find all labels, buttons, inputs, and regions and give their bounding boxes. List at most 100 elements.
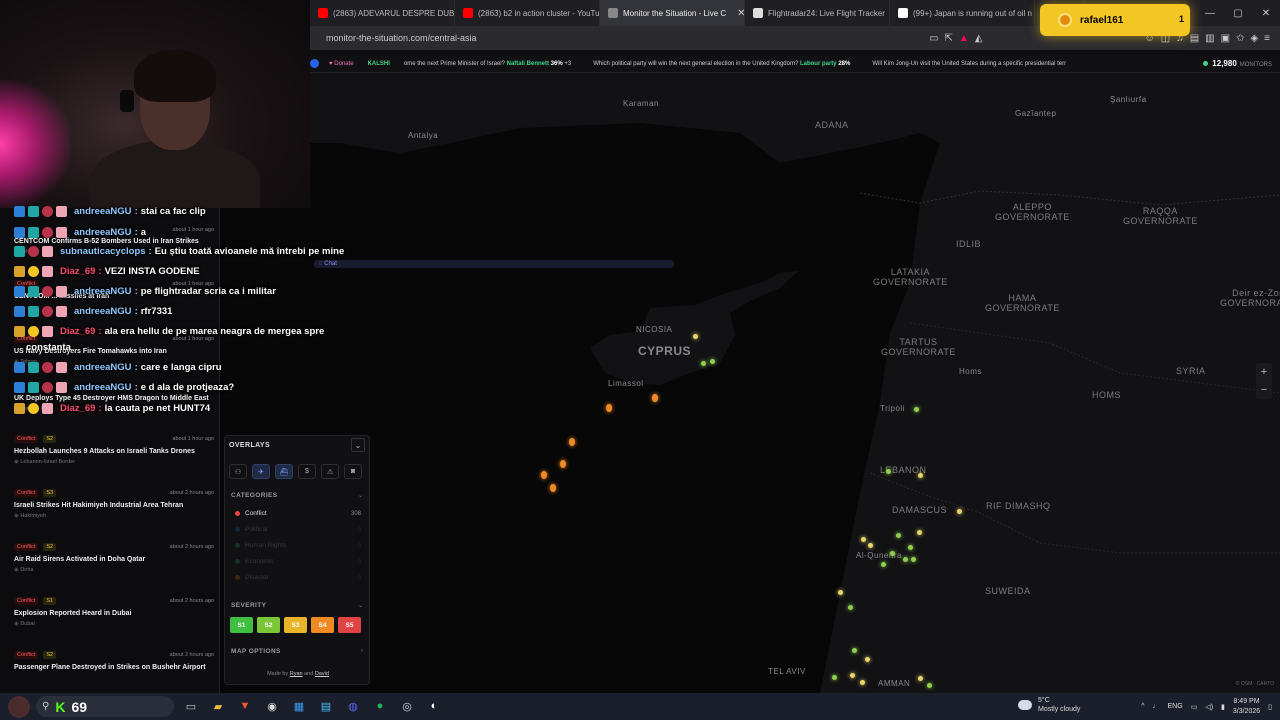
event-marker-icon[interactable] [890,551,895,556]
severity-chevron-icon[interactable]: ⌄ [358,602,363,609]
event-marker-icon[interactable] [860,680,865,685]
profile-badge[interactable]: rafael161 1 [1040,4,1190,36]
browser-tab[interactable]: (2863) b2 in action cluster - YouTub [455,0,600,26]
event-marker-icon[interactable] [710,359,715,364]
vpn-icon[interactable]: ◈ [1250,33,1258,44]
people-icon[interactable]: ⚇ [229,464,247,479]
start-avatar-icon[interactable] [6,695,32,718]
brave-browser-icon[interactable]: ▼ [234,695,256,717]
tray-chevron-icon[interactable]: ^ [1141,703,1144,710]
site-logo-icon[interactable] [310,59,319,68]
browser-tab[interactable]: (2863) ADEVARUL DESPRE DUBAI [310,0,455,26]
browser-tab[interactable]: (99+) Japan is running out of oil n [890,0,1035,26]
chat-username[interactable]: Diaz_69 [60,326,95,337]
category-toggle[interactable]: Human Rights 0 [235,542,361,549]
zoom-in-button[interactable]: + [1261,363,1267,381]
spotify-icon[interactable]: ● [369,695,391,717]
event-marker-icon[interactable] [701,361,706,366]
event-marker-icon[interactable] [569,438,575,446]
chat-button[interactable]: ◌ Chat [314,260,674,268]
categories-title[interactable]: CATEGORIES [231,492,278,499]
chat-username[interactable]: andreeaNGU [74,206,132,217]
share-icon[interactable]: ⇱ [945,33,953,44]
minimize-button[interactable]: — [1196,0,1224,26]
market-ticker-item[interactable]: Will Kim Jong-Un visit the United States… [872,61,1066,67]
dollar-icon[interactable]: $ [298,464,316,479]
situation-map[interactable]: Karaman ADANA Şanlıurfa Antalya Gazîante… [220,73,1280,693]
sidebar-icon[interactable]: ▥ [1205,33,1214,44]
bookmarks-icon[interactable]: ▤ [1190,33,1199,44]
obs-icon[interactable]: ◉ [261,695,283,717]
event-marker-icon[interactable] [832,675,837,680]
alert-icon[interactable]: ⚠ [321,464,339,479]
categories-chevron-icon[interactable]: ⌄ [358,492,363,499]
severity-title[interactable]: SEVERITY [231,602,266,609]
camera-icon[interactable]: ◙ [344,464,362,479]
volume-icon[interactable]: ◁) [1205,703,1213,711]
tab-close-icon[interactable]: ✕ [737,8,744,19]
event-item[interactable]: Conflict S2 about 2 hours ago Passenger Pla… [14,651,214,673]
file-explorer-icon[interactable]: ▰ [207,695,229,717]
zoom-out-button[interactable]: − [1261,381,1267,399]
event-marker-icon[interactable] [560,460,566,468]
taskview-icon[interactable]: ▭ [180,695,202,717]
event-feed[interactable]: about 1 hour ago CENTCOM Confirms B-52 Bo… [0,207,220,693]
severity-filter-s2[interactable]: S2 [257,617,280,633]
map-options-chevron-icon[interactable]: › [361,648,363,654]
event-marker-icon[interactable] [918,676,923,681]
chat-username[interactable]: andreeaNGU [74,227,132,238]
steam-icon[interactable]: ◎ [396,695,418,717]
category-toggle[interactable]: Disaster 0 [235,574,361,581]
language-indicator[interactable]: ENG [1168,703,1183,710]
event-item[interactable]: Conflict S1 about 2 hours ago Explosion Rep… [14,597,214,627]
severity-filter-s3[interactable]: S3 [284,617,307,633]
severity-filter-s4[interactable]: S4 [311,617,334,633]
menu-icon[interactable]: ≡ [1264,33,1270,44]
brave-shield-icon[interactable]: ▲ [959,33,969,44]
rewards-icon[interactable]: ◭ [975,33,983,44]
category-toggle[interactable]: Conflict 308 [235,510,361,517]
discord-icon[interactable]: ◍ [342,695,364,717]
author-link-david[interactable]: David [315,671,329,677]
chat-username[interactable]: Diaz_69 [60,266,95,277]
event-marker-icon[interactable] [652,394,658,402]
severity-filter-s1[interactable]: S1 [230,617,253,633]
event-marker-icon[interactable] [852,648,857,653]
market-ticker-item[interactable]: ome the next Prime Minister of Israel? N… [404,61,571,67]
chrome-icon[interactable]: ◐ [423,695,445,717]
maximize-button[interactable]: ▢ [1224,0,1252,26]
extensions-icon[interactable]: ✩ [1236,33,1244,44]
notification-icon[interactable]: ▯ [1268,703,1272,711]
severity-filter-s5[interactable]: S5 [338,617,361,633]
event-item[interactable]: Conflict S2 about 2 hours ago Air Raid Sire… [14,543,214,573]
calendar-icon[interactable]: ▤ [315,695,337,717]
event-marker-icon[interactable] [917,530,922,535]
map-options-title[interactable]: MAP OPTIONS [231,648,281,655]
store-icon[interactable]: ▦ [288,695,310,717]
donate-button[interactable]: ♥ Donate [329,61,354,67]
event-marker-icon[interactable] [896,533,901,538]
close-window-button[interactable]: ✕ [1252,0,1280,26]
event-marker-icon[interactable] [838,590,843,595]
weather-widget[interactable]: 5°C Mostly cloudy [1018,696,1080,714]
chat-username[interactable]: Diaz_69 [60,403,95,414]
chat-username[interactable]: andreeaNGU [74,306,132,317]
category-toggle[interactable]: Economic 0 [235,558,361,565]
chat-username[interactable]: subnauticacyclops [60,246,146,257]
event-item[interactable]: Conflict S3 about 2 hours ago Israeli Strik… [14,489,214,519]
flight-icon[interactable]: ✈ [252,464,270,479]
event-marker-icon[interactable] [927,683,932,688]
wallet-icon[interactable]: ▣ [1221,33,1230,44]
event-marker-icon[interactable] [541,471,547,479]
event-marker-icon[interactable] [903,557,908,562]
event-marker-icon[interactable] [886,469,891,474]
event-marker-icon[interactable] [881,562,886,567]
event-marker-icon[interactable] [865,657,870,662]
cast-icon[interactable]: ▭ [929,33,938,44]
event-item[interactable]: Conflict S2 about 1 hour ago Hezbollah Laun… [14,435,214,465]
event-marker-icon[interactable] [914,407,919,412]
mic-icon[interactable]: ♩ [1153,703,1160,710]
overlays-collapse-button[interactable]: ⌄ [351,438,365,452]
event-marker-icon[interactable] [868,543,873,548]
browser-tab[interactable]: Monitor the Situation - Live C ✕ [600,0,745,26]
